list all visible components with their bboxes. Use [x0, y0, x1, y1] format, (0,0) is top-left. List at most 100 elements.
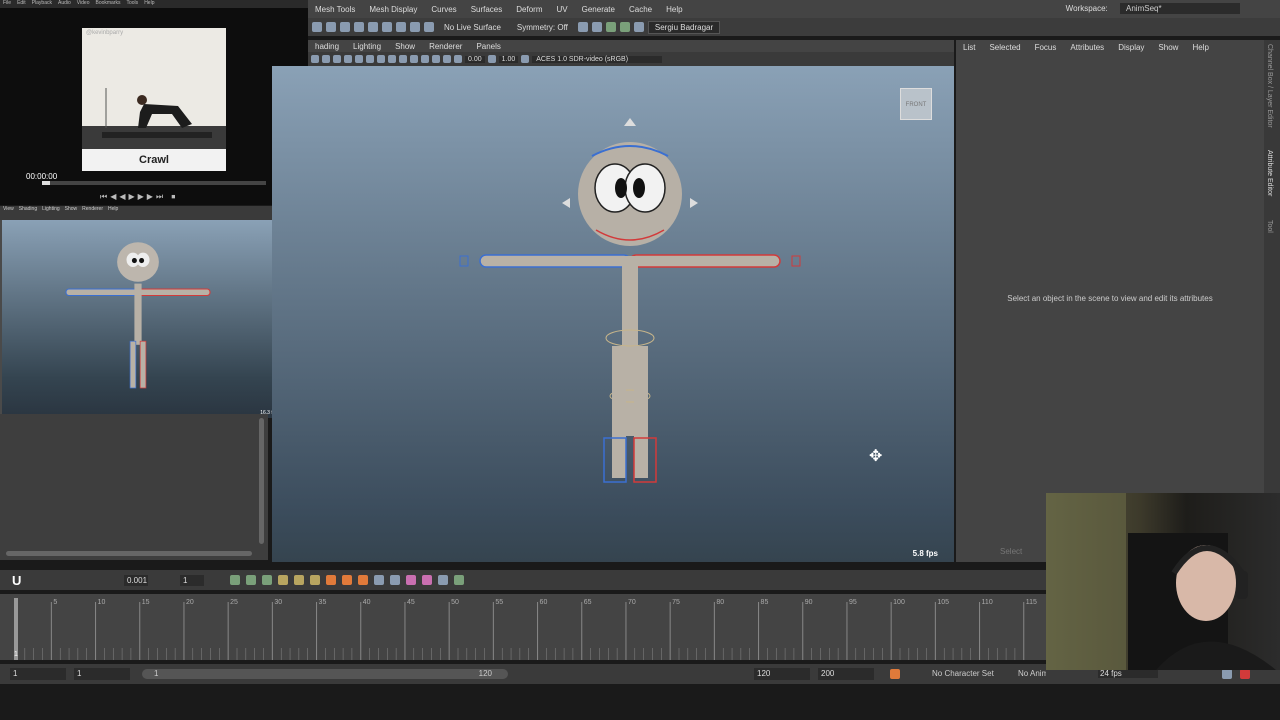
- panel-menu-show[interactable]: Show: [388, 42, 422, 51]
- ae-menu-attributes[interactable]: Attributes: [1063, 43, 1111, 52]
- panel-menu-panels[interactable]: Panels: [469, 42, 507, 51]
- playback-start-field[interactable]: 1: [74, 668, 130, 680]
- range-slider[interactable]: 1 120: [142, 669, 508, 679]
- shadows-icon[interactable]: [421, 55, 429, 63]
- resolution-gate-icon[interactable]: [366, 55, 374, 63]
- menu-uv[interactable]: UV: [550, 5, 575, 14]
- panel-menu-shading[interactable]: hading: [308, 42, 346, 51]
- ghost-icon[interactable]: [374, 575, 384, 585]
- select-mode-icon[interactable]: [312, 22, 322, 32]
- ipr-render-icon[interactable]: [605, 22, 616, 32]
- bezier-tool-icon[interactable]: [358, 575, 368, 585]
- loop-icon[interactable]: [1240, 669, 1250, 679]
- user-account-button[interactable]: Sergiu Badragar: [647, 20, 721, 34]
- exposure-field[interactable]: 0.00: [465, 55, 485, 63]
- gamma-icon[interactable]: [487, 55, 496, 63]
- menu-cache[interactable]: Cache: [622, 5, 659, 14]
- ae-menu-show[interactable]: Show: [1151, 43, 1185, 52]
- tab-channel-box[interactable]: Channel Box / Layer Editor: [1266, 44, 1273, 128]
- pause-icon[interactable]: [633, 22, 644, 32]
- camera-icon[interactable]: [311, 55, 319, 63]
- video-progress-bar[interactable]: [42, 181, 266, 185]
- reference-video-frame[interactable]: @kevinbparry Crawl: [82, 28, 226, 171]
- render-frame-icon[interactable]: [577, 22, 588, 32]
- workspace-dropdown[interactable]: AnimSeq*: [1120, 3, 1240, 14]
- outliner-panel[interactable]: [0, 414, 268, 560]
- ref-menu-audio[interactable]: Audio: [58, 0, 71, 8]
- speaker-icon[interactable]: [1222, 669, 1232, 679]
- mini-menu-shading[interactable]: Shading: [19, 206, 37, 213]
- menu-generate[interactable]: Generate: [575, 5, 622, 14]
- anim-start-field[interactable]: 1: [10, 668, 66, 680]
- exposure-icon[interactable]: [454, 55, 462, 63]
- object-mode-icon[interactable]: [326, 22, 336, 32]
- menu-surfaces[interactable]: Surfaces: [464, 5, 510, 14]
- step-field[interactable]: 0.001: [124, 574, 148, 586]
- mini-menu-renderer[interactable]: Renderer: [82, 206, 103, 213]
- ae-menu-selected[interactable]: Selected: [982, 43, 1027, 52]
- menu-curves[interactable]: Curves: [424, 5, 463, 14]
- grid-icon[interactable]: [344, 55, 352, 63]
- pose-icon[interactable]: [406, 575, 416, 585]
- outliner-horizontal-scrollbar[interactable]: [6, 551, 252, 556]
- ref-menu-playback[interactable]: Playback: [32, 0, 52, 8]
- tangent-tool-icon[interactable]: [342, 575, 352, 585]
- fps-dropdown[interactable]: 24 fps: [1098, 669, 1158, 678]
- bookmark-icon[interactable]: [322, 55, 330, 63]
- symmetry-dropdown[interactable]: Symmetry: Off: [517, 23, 568, 32]
- panel-menu-renderer[interactable]: Renderer: [422, 42, 469, 51]
- ae-menu-list[interactable]: List: [956, 43, 982, 52]
- ae-menu-focus[interactable]: Focus: [1028, 43, 1064, 52]
- anim-end-field[interactable]: 200: [818, 668, 874, 680]
- snap-grid-icon[interactable]: [368, 22, 378, 32]
- key-translate-icon[interactable]: [278, 575, 288, 585]
- key-scale-icon[interactable]: [310, 575, 320, 585]
- outliner-vertical-scrollbar[interactable]: [259, 418, 264, 544]
- color-management-icon[interactable]: [521, 55, 530, 63]
- time-slider[interactable]: 5 10 15 20 25 30 35 40 45 50 55 60 65 70 75 80 85 90 95 100…: [0, 594, 1046, 660]
- tab-attribute-editor[interactable]: Attribute Editor: [1266, 150, 1273, 196]
- panel-menu-lighting[interactable]: Lighting: [346, 42, 388, 51]
- ref-menu-file[interactable]: File: [3, 0, 11, 8]
- secondary-viewport[interactable]: 16.3 fps: [2, 220, 284, 418]
- gamma-field[interactable]: 1.00: [498, 55, 519, 63]
- playback-end-field[interactable]: 120: [754, 668, 810, 680]
- mini-menu-lighting[interactable]: Lighting: [42, 206, 60, 213]
- u-tool-button[interactable]: U: [12, 573, 30, 588]
- power-icon[interactable]: [230, 575, 240, 585]
- menu-mesh-display[interactable]: Mesh Display: [362, 5, 424, 14]
- wireframe-icon[interactable]: [377, 55, 385, 63]
- auto-key-icon[interactable]: [890, 669, 900, 679]
- menu-help[interactable]: Help: [659, 5, 689, 14]
- attribute-select-button[interactable]: Select: [1000, 547, 1022, 556]
- frame-field[interactable]: 1: [180, 574, 204, 586]
- ref-menu-help[interactable]: Help: [144, 0, 154, 8]
- snap-keys-icon[interactable]: [454, 575, 464, 585]
- ae-menu-help[interactable]: Help: [1185, 43, 1215, 52]
- view-cube[interactable]: FRONT: [900, 88, 932, 120]
- ae-menu-display[interactable]: Display: [1111, 43, 1151, 52]
- video-controls[interactable]: ⏮◀◀▶▶▶⏭ ⏹: [100, 192, 178, 202]
- mini-menu-show[interactable]: Show: [65, 206, 78, 213]
- key-icon[interactable]: [246, 575, 256, 585]
- main-viewport[interactable]: FRONT 5.8 fps: [272, 66, 954, 562]
- key-rotate-icon[interactable]: [294, 575, 304, 585]
- component-mode-icon[interactable]: [340, 22, 350, 32]
- ref-menu-video[interactable]: Video: [77, 0, 90, 8]
- graph-editor-icon[interactable]: [438, 575, 448, 585]
- tab-tool-settings[interactable]: Tool: [1266, 220, 1273, 233]
- bake-icon[interactable]: [422, 575, 432, 585]
- anim-layer-dropdown[interactable]: No Anim Layer: [1018, 669, 1046, 678]
- lights-icon[interactable]: [410, 55, 418, 63]
- mini-menu-view[interactable]: View: [3, 206, 14, 213]
- xray-icon[interactable]: [432, 55, 440, 63]
- live-surface-label[interactable]: No Live Surface: [444, 23, 501, 32]
- textured-icon[interactable]: [399, 55, 407, 63]
- workspace-selector[interactable]: Workspace: AnimSeq*: [1059, 3, 1240, 14]
- motion-trail-icon[interactable]: [390, 575, 400, 585]
- film-gate-icon[interactable]: [355, 55, 363, 63]
- key-all-icon[interactable]: [262, 575, 272, 585]
- magnet-icon[interactable]: [424, 22, 434, 32]
- menu-mesh-tools[interactable]: Mesh Tools: [308, 5, 362, 14]
- isolate-icon[interactable]: [443, 55, 451, 63]
